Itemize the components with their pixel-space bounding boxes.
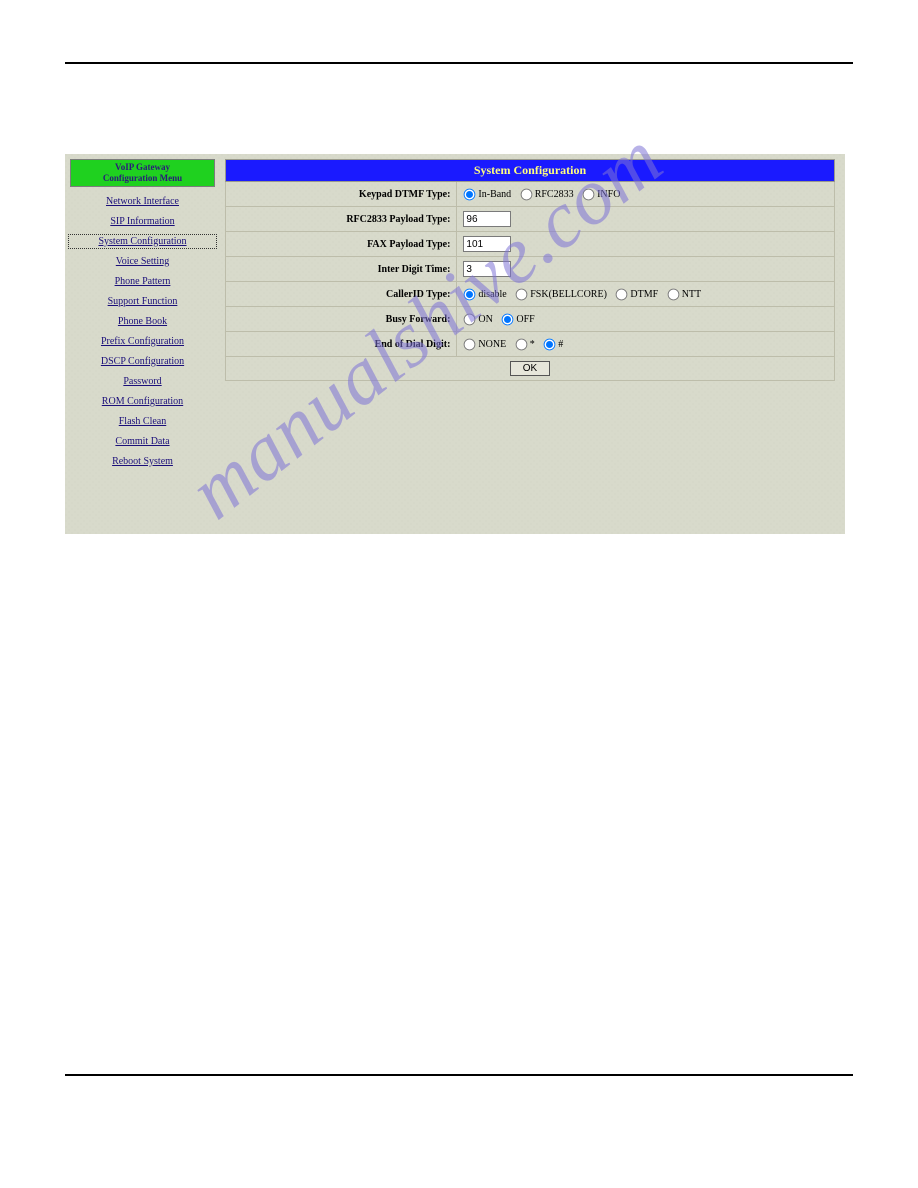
radio-eod-hash[interactable] bbox=[544, 338, 556, 350]
opt-bf-on: ON bbox=[478, 313, 492, 324]
opt-eod-hash: # bbox=[558, 338, 563, 349]
label-fax-payload: FAX Payload Type: bbox=[226, 232, 457, 257]
field-callerid: disable FSK(BELLCORE) DTMF NTT bbox=[457, 282, 835, 307]
radio-eod-star[interactable] bbox=[515, 338, 527, 350]
input-fax-payload[interactable] bbox=[463, 236, 511, 252]
radio-eod-none[interactable] bbox=[464, 338, 476, 350]
opt-cid-fsk: FSK(BELLCORE) bbox=[530, 288, 607, 299]
field-rfc2833-payload bbox=[457, 207, 835, 232]
opt-keypad-inband: In-Band bbox=[478, 188, 511, 199]
sidebar-item-phone-book[interactable]: Phone Book bbox=[70, 316, 215, 327]
radio-cid-fsk[interactable] bbox=[516, 288, 528, 300]
opt-cid-disable: disable bbox=[478, 288, 506, 299]
radio-bf-on[interactable] bbox=[464, 313, 476, 325]
radio-bf-off[interactable] bbox=[502, 313, 514, 325]
input-rfc2833-payload[interactable] bbox=[463, 211, 511, 227]
row-end-of-dial: End of Dial Digit: NONE * # bbox=[226, 332, 835, 357]
sidebar-title-line1: VoIP Gateway bbox=[115, 162, 170, 172]
ok-cell: OK bbox=[226, 357, 835, 381]
document-page: VoIP Gateway Configuration Menu Network … bbox=[0, 0, 918, 1148]
field-keypad-dtmf: In-Band RFC2833 INFO bbox=[457, 182, 835, 207]
sidebar-item-commit-data[interactable]: Commit Data bbox=[70, 436, 215, 447]
field-end-of-dial: NONE * # bbox=[457, 332, 835, 357]
config-title: System Configuration bbox=[226, 160, 835, 182]
label-rfc2833-payload: RFC2833 Payload Type: bbox=[226, 207, 457, 232]
sidebar-item-dscp-configuration[interactable]: DSCP Configuration bbox=[70, 356, 215, 367]
opt-eod-star: * bbox=[530, 338, 535, 349]
sidebar-title-line2: Configuration Menu bbox=[103, 173, 182, 183]
field-fax-payload bbox=[457, 232, 835, 257]
field-busy-forward: ON OFF bbox=[457, 307, 835, 332]
sidebar-items: Network Interface SIP Information System… bbox=[70, 196, 215, 467]
radio-keypad-rfc2833[interactable] bbox=[520, 188, 532, 200]
row-keypad-dtmf: Keypad DTMF Type: In-Band RFC2833 INFO bbox=[226, 182, 835, 207]
radio-cid-dtmf[interactable] bbox=[616, 288, 628, 300]
opt-bf-off: OFF bbox=[516, 313, 534, 324]
label-end-of-dial: End of Dial Digit: bbox=[226, 332, 457, 357]
sidebar-item-system-configuration[interactable]: System Configuration bbox=[70, 236, 215, 247]
radio-cid-ntt[interactable] bbox=[667, 288, 679, 300]
sidebar-item-voice-setting[interactable]: Voice Setting bbox=[70, 256, 215, 267]
opt-cid-dtmf: DTMF bbox=[630, 288, 658, 299]
row-inter-digit: Inter Digit Time: bbox=[226, 257, 835, 282]
row-rfc2833-payload: RFC2833 Payload Type: bbox=[226, 207, 835, 232]
radio-keypad-inband[interactable] bbox=[464, 188, 476, 200]
sidebar-item-prefix-configuration[interactable]: Prefix Configuration bbox=[70, 336, 215, 347]
row-callerid: CallerID Type: disable FSK(BELLCORE) DTM… bbox=[226, 282, 835, 307]
opt-keypad-info: INFO bbox=[597, 188, 620, 199]
field-inter-digit bbox=[457, 257, 835, 282]
opt-keypad-rfc2833: RFC2833 bbox=[535, 188, 574, 199]
label-busy-forward: Busy Forward: bbox=[226, 307, 457, 332]
sidebar-item-flash-clean[interactable]: Flash Clean bbox=[70, 416, 215, 427]
sidebar-item-rom-configuration[interactable]: ROM Configuration bbox=[70, 396, 215, 407]
label-callerid: CallerID Type: bbox=[226, 282, 457, 307]
voip-config-ui: VoIP Gateway Configuration Menu Network … bbox=[65, 154, 845, 534]
label-keypad-dtmf: Keypad DTMF Type: bbox=[226, 182, 457, 207]
config-table: System Configuration Keypad DTMF Type: I… bbox=[225, 159, 835, 381]
sidebar-item-sip-information[interactable]: SIP Information bbox=[70, 216, 215, 227]
opt-cid-ntt: NTT bbox=[682, 288, 701, 299]
row-fax-payload: FAX Payload Type: bbox=[226, 232, 835, 257]
sidebar: VoIP Gateway Configuration Menu Network … bbox=[70, 159, 215, 476]
row-busy-forward: Busy Forward: ON OFF bbox=[226, 307, 835, 332]
input-inter-digit[interactable] bbox=[463, 261, 511, 277]
sidebar-item-phone-pattern[interactable]: Phone Pattern bbox=[70, 276, 215, 287]
sidebar-item-password[interactable]: Password bbox=[70, 376, 215, 387]
label-inter-digit: Inter Digit Time: bbox=[226, 257, 457, 282]
sidebar-item-network-interface[interactable]: Network Interface bbox=[70, 196, 215, 207]
radio-cid-disable[interactable] bbox=[464, 288, 476, 300]
opt-eod-none: NONE bbox=[478, 338, 506, 349]
sidebar-item-support-function[interactable]: Support Function bbox=[70, 296, 215, 307]
sidebar-item-reboot-system[interactable]: Reboot System bbox=[70, 456, 215, 467]
ok-button[interactable]: OK bbox=[510, 361, 550, 376]
radio-keypad-info[interactable] bbox=[583, 188, 595, 200]
sidebar-header: VoIP Gateway Configuration Menu bbox=[70, 159, 215, 187]
